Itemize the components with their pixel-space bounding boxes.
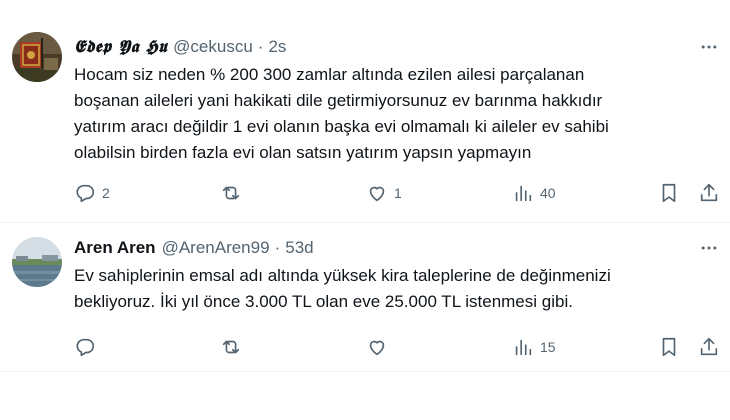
view-count: 15: [540, 339, 556, 355]
avatar[interactable]: [12, 237, 62, 287]
views-button[interactable]: 15: [512, 334, 556, 360]
bookmark-button[interactable]: [658, 334, 680, 360]
share-button[interactable]: [698, 334, 720, 360]
bookmark-icon: [662, 337, 676, 357]
bookmark-button[interactable]: [658, 180, 680, 206]
like-button[interactable]: [366, 334, 394, 360]
bar-chart-icon: [515, 339, 532, 356]
heart-outline-icon: [369, 340, 385, 356]
avatar[interactable]: [12, 32, 62, 82]
view-count: 40: [540, 185, 556, 201]
timestamp[interactable]: 2s: [268, 37, 286, 57]
separator-dot: ·: [274, 238, 281, 257]
views-button[interactable]: 40: [512, 180, 556, 206]
tweet-1[interactable]: 𝕰𝖉𝖊𝖕 𝖄𝖆 𝕳𝖚 @cekuscu · 2s Hocam siz neden…: [0, 0, 730, 223]
tweet-text: Ev sahiplerinin emsal adı altında yüksek…: [74, 263, 714, 315]
more-dots-icon: [701, 45, 717, 49]
retweet-button[interactable]: [220, 334, 248, 360]
like-button[interactable]: 1: [366, 180, 402, 206]
user-handle[interactable]: @cekuscu: [173, 37, 253, 57]
retweet-arrows-icon: [222, 186, 240, 200]
heart-outline-icon: [369, 186, 385, 202]
reply-count: 2: [102, 185, 110, 201]
like-count: 1: [394, 185, 402, 201]
tweet-text-line: Hocam siz neden % 200 300 zamlar altında…: [74, 65, 585, 84]
more-options-button[interactable]: [698, 36, 720, 58]
share-button[interactable]: [698, 180, 720, 206]
tweet-header: Aren Aren @ArenAren99 · 53d: [74, 237, 314, 259]
tweet-text-line: Ev sahiplerinin emsal adı altında yüksek…: [74, 266, 611, 285]
action-bar: 2 1 40: [74, 180, 724, 206]
tweet-header: 𝕰𝖉𝖊𝖕 𝖄𝖆 𝕳𝖚 @cekuscu · 2s: [74, 36, 286, 58]
reply-button[interactable]: [74, 334, 102, 360]
share-upload-icon: [700, 337, 718, 356]
reply-button[interactable]: 2: [74, 180, 110, 206]
retweet-arrows-icon: [222, 340, 240, 354]
bookmark-icon: [662, 183, 676, 203]
tweet-text-line: olabilsin birden fazla evi olan satsın y…: [74, 143, 532, 162]
speech-bubble-icon: [76, 338, 95, 357]
tweet-text-line: boşanan aileleri yani hakikati dile geti…: [74, 91, 603, 110]
timestamp[interactable]: 53d: [285, 238, 313, 258]
separator-dot: ·: [257, 37, 264, 56]
tweet-2[interactable]: Aren Aren @ArenAren99 · 53d Ev sahipleri…: [0, 223, 730, 372]
more-dots-icon: [701, 246, 717, 250]
speech-bubble-icon: [76, 184, 95, 203]
retweet-button[interactable]: [220, 180, 248, 206]
display-name[interactable]: 𝕰𝖉𝖊𝖕 𝖄𝖆 𝕳𝖚: [74, 37, 167, 57]
tweet-text-line: yatırım aracı değildir 1 evi olanın başk…: [74, 117, 609, 136]
bar-chart-icon: [515, 185, 532, 202]
user-handle[interactable]: @ArenAren99: [162, 238, 270, 258]
more-options-button[interactable]: [698, 237, 720, 259]
action-bar: 15: [74, 334, 724, 360]
tweet-text-line: bekliyoruz. İki yıl önce 3.000 TL olan e…: [74, 292, 573, 311]
share-upload-icon: [700, 183, 718, 202]
display-name[interactable]: Aren Aren: [74, 238, 156, 258]
tweet-text: Hocam siz neden % 200 300 zamlar altında…: [74, 62, 714, 166]
